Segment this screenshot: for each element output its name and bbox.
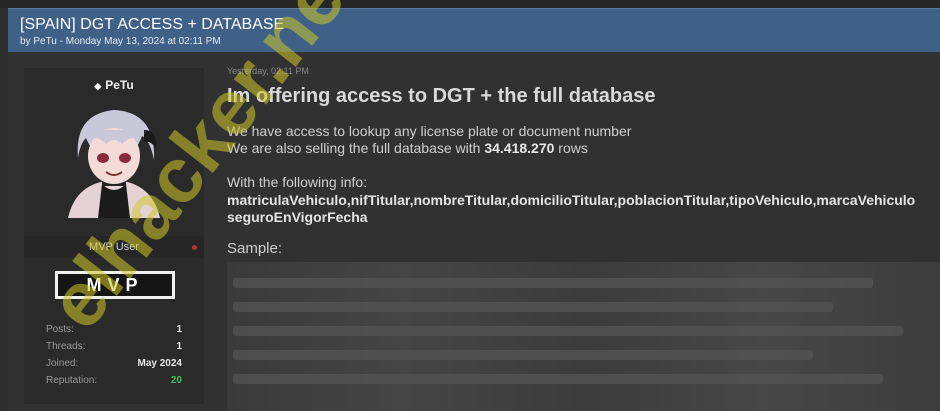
author-name-row[interactable]: ◆ PeTu xyxy=(24,78,204,92)
mvp-badge: MVP xyxy=(55,271,175,299)
info-label: With the following info: xyxy=(227,174,368,190)
stat-joined: Joined: May 2024 xyxy=(46,358,182,372)
thread-title[interactable]: [SPAIN] DGT ACCESS + DATABASE xyxy=(20,16,284,34)
blurred-sample-image xyxy=(227,262,940,411)
post-date[interactable]: Yesterday, 02:11 PM xyxy=(227,66,309,76)
row-count: 34.418.270 xyxy=(484,140,555,156)
role-row: MVP User xyxy=(24,236,204,258)
diamond-icon: ◆ xyxy=(94,81,102,91)
post-line-1: We have access to lookup any license pla… xyxy=(227,123,632,139)
top-bar xyxy=(0,0,940,8)
blurred-row xyxy=(233,302,833,312)
stat-value: May 2024 xyxy=(137,358,182,369)
online-status-icon xyxy=(192,245,197,250)
stat-threads: Threads: 1 xyxy=(46,341,182,355)
stat-label: Posts: xyxy=(46,324,74,335)
field-list-line-1: matriculaVehiculo,nifTitular,nombreTitul… xyxy=(227,192,916,208)
blurred-row xyxy=(233,326,903,336)
line2-suffix: rows xyxy=(554,140,588,156)
avatar[interactable] xyxy=(58,100,170,218)
stat-value: 1 xyxy=(176,324,182,335)
post-line-2: We are also selling the full database wi… xyxy=(227,140,588,156)
user-role: MVP User xyxy=(89,241,139,253)
blurred-row xyxy=(233,374,883,384)
stat-posts: Posts: 1 xyxy=(46,324,182,338)
field-list-line-2: seguroEnVigorFecha xyxy=(227,209,368,225)
thread-byline: by PeTu - Monday May 13, 2024 at 02:11 P… xyxy=(20,36,221,47)
line2-text: We are also selling the full database wi… xyxy=(227,140,485,156)
stat-label: Reputation: xyxy=(46,375,98,386)
stat-label: Threads: xyxy=(46,341,86,352)
sample-label: Sample: xyxy=(227,240,283,257)
thread-header: [SPAIN] DGT ACCESS + DATABASE by PeTu - … xyxy=(8,8,940,53)
stat-label: Joined: xyxy=(46,358,79,369)
post-headline: Im offering access to DGT + the full dat… xyxy=(227,85,656,107)
stat-value: 1 xyxy=(176,341,182,352)
author-sidebar: ◆ PeTu MVP User MVP Posts: 1 Threads: 1 … xyxy=(24,68,204,404)
stat-reputation: Reputation: 20 xyxy=(46,375,182,389)
post-container: ◆ PeTu MVP User MVP Posts: 1 Threads: 1 … xyxy=(8,52,940,411)
blurred-row xyxy=(233,278,873,288)
blurred-row xyxy=(233,350,813,360)
author-name[interactable]: PeTu xyxy=(105,78,133,92)
reputation-value[interactable]: 20 xyxy=(171,375,182,386)
post-body: Yesterday, 02:11 PM Im offering access t… xyxy=(227,52,940,411)
